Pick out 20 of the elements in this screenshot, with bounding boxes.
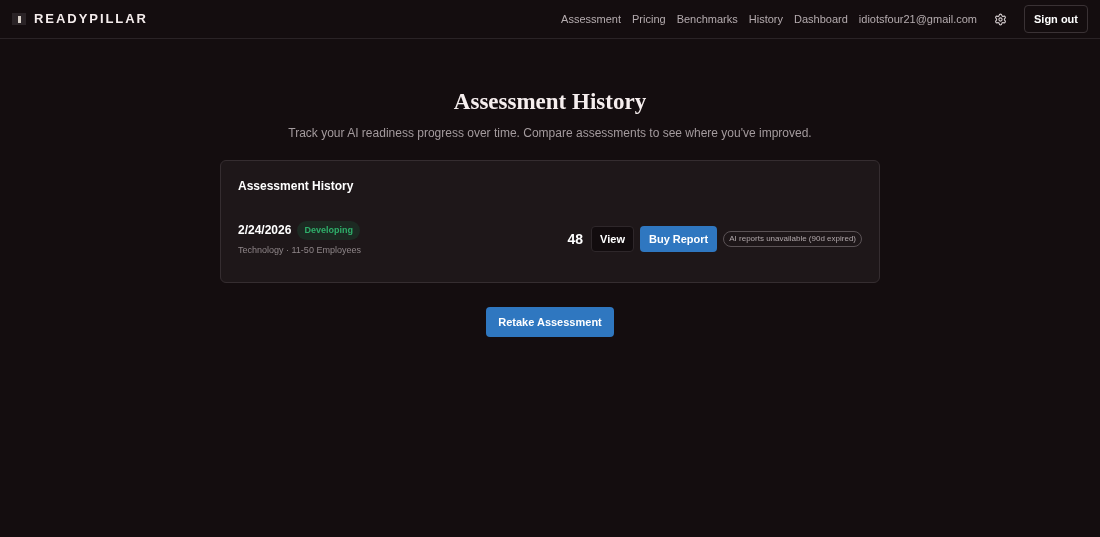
assessment-date: 2/24/2026	[238, 222, 292, 240]
view-button[interactable]: View	[591, 225, 634, 253]
settings-icon[interactable]	[994, 12, 1007, 26]
page-subtitle: Track your AI readiness progress over time. Compare assessments to see where you've improved.	[288, 124, 812, 142]
user-email: idiotsfour21@gmail.com	[858, 11, 977, 27]
score: 48	[567, 229, 584, 249]
retake-assessment-button[interactable]: Retake Assessment	[486, 306, 614, 337]
nav-link[interactable]: Benchmarks	[676, 10, 738, 28]
buy-report-button[interactable]: Buy Report	[639, 225, 718, 253]
nav-link[interactable]: Pricing	[632, 10, 666, 28]
assessment-meta: Technology · 11-50 Employees	[238, 244, 361, 257]
nav-link[interactable]: History	[748, 10, 783, 28]
nav-link[interactable]: Dashboard	[794, 10, 848, 28]
brand-name[interactable]: READYPILLAR	[34, 9, 148, 29]
logo-icon	[12, 13, 26, 25]
page-title: Assessment History	[453, 88, 647, 116]
card-title: Assessment History	[238, 177, 355, 195]
level-badge: Developing	[297, 220, 360, 240]
sign-out-button[interactable]: Sign out	[1024, 4, 1088, 34]
nav-link[interactable]: Assessment	[561, 10, 621, 28]
